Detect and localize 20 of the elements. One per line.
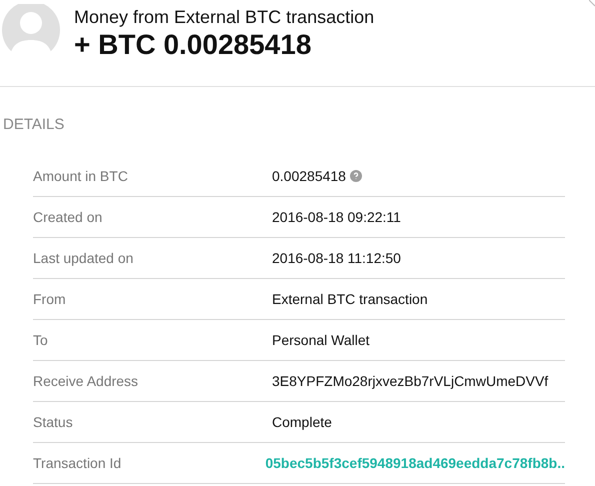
detail-label: Receive Address xyxy=(33,372,140,390)
detail-label: Created on xyxy=(33,208,104,226)
detail-value: 3E8YPFZMo28rjxvezBb7rVLjCmwUmeDVVf xyxy=(272,372,548,391)
transaction-link[interactable]: 05bec5b5f3cef5948918ad469eedda7c78fb8b.. xyxy=(265,452,565,474)
detail-value: Personal Wallet xyxy=(272,330,370,350)
detail-label: Last updated on xyxy=(33,248,134,268)
detail-value: External BTC transaction xyxy=(272,290,428,308)
detail-value: Complete xyxy=(272,412,332,432)
transaction-amount: + BTC 0.00285418 xyxy=(74,28,312,62)
detail-value: 0.00285418 xyxy=(272,166,346,186)
detail-label: Transaction Id xyxy=(33,454,122,472)
detail-label: To xyxy=(33,330,49,350)
detail-value: 2016-08-18 11:12:50 xyxy=(272,248,401,268)
detail-label: Amount in BTC xyxy=(33,166,129,186)
transaction-title: Money from External BTC transaction xyxy=(74,6,374,28)
detail-label: Status xyxy=(33,412,74,432)
section-title: DETAILS xyxy=(3,116,64,133)
help-icon[interactable] xyxy=(350,170,362,182)
detail-value: 2016-08-18 09:22:11 xyxy=(272,208,401,226)
detail-label: From xyxy=(33,290,67,308)
